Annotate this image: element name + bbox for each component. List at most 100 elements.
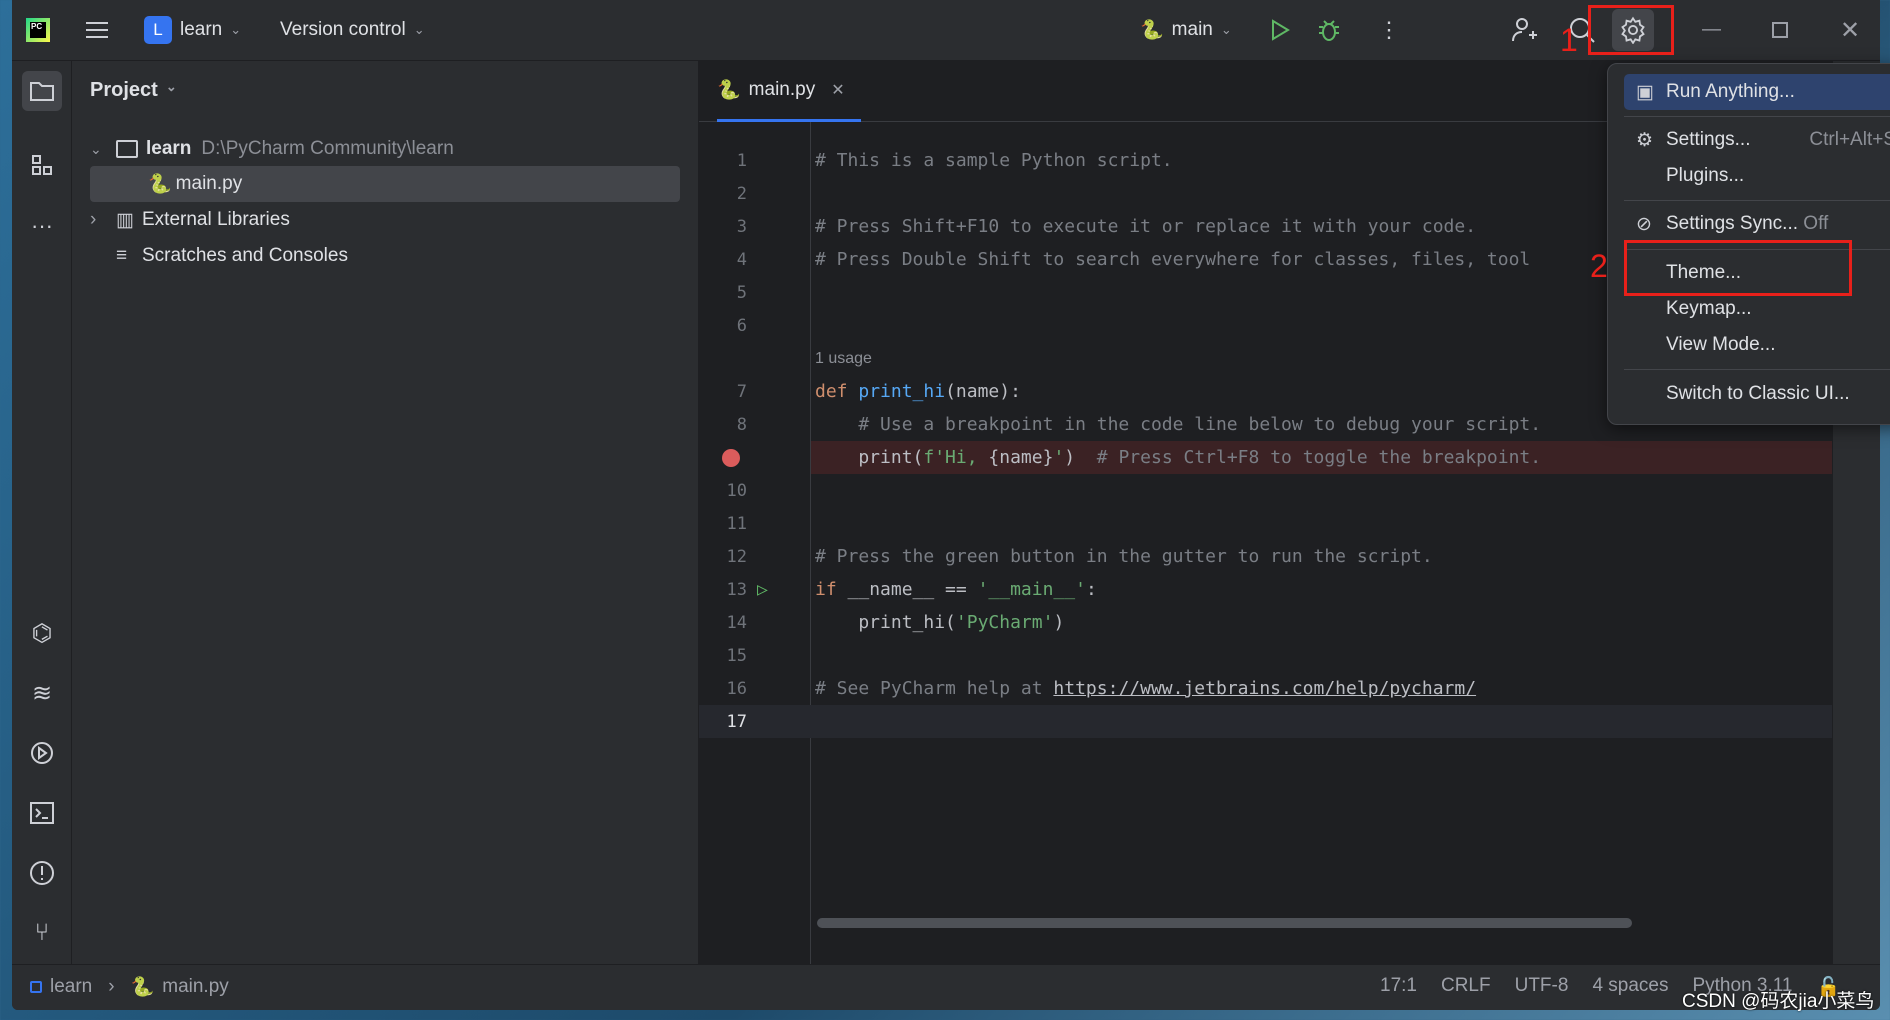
line-number[interactable]: 2 [699,184,747,204]
minimize-button[interactable]: — [1702,19,1721,41]
horizontal-scrollbar[interactable] [817,918,1632,928]
code-line[interactable]: 10 [699,474,1832,507]
close-button[interactable]: ✕ [1840,16,1860,45]
breadcrumb-file[interactable]: main.py [162,976,229,998]
line-number[interactable]: 11 [699,514,747,534]
menu-item-classic-ui[interactable]: Switch to Classic UI... [1624,376,1890,412]
breadcrumb-project[interactable]: learn [50,976,92,998]
line-number[interactable]: 12 [699,547,747,567]
close-tab-icon[interactable]: ✕ [831,80,844,100]
gear-icon: ⚙ [1636,129,1654,151]
run-anything-icon: ▣ [1636,81,1654,103]
breakpoint-icon[interactable] [722,448,740,467]
root-path: D:\PyCharm Community\learn [201,138,454,159]
add-user-button[interactable] [1510,16,1538,44]
terminal-tool-button[interactable] [22,793,62,833]
code-token: {name} [988,447,1054,468]
annotation-number-1: 1 [1560,22,1578,58]
menu-separator [1624,369,1890,370]
line-number[interactable]: 6 [699,316,747,336]
menu-item-settings[interactable]: ⚙ Settings... Ctrl+Alt+S [1624,122,1890,158]
run-button[interactable] [1268,18,1292,42]
chevron-down-icon: ⌄ [413,22,425,37]
code-line[interactable]: print(f'Hi, {name}') # Press Ctrl+F8 to … [699,441,1832,474]
bug-icon [1319,20,1339,41]
python-packages-icon[interactable]: ≋ [22,673,62,713]
indent-setting[interactable]: 4 spaces [1592,975,1668,999]
status-bar: learn › 🐍 main.py 17:1 CRLF UTF-8 4 spac… [12,964,1880,1010]
code-line[interactable]: 14 print_hi('PyCharm') [699,606,1832,639]
annotation-box-theme [1624,240,1852,296]
code-text: def print_hi(name): [815,381,1021,402]
tab-main-py[interactable]: 🐍 main.py ✕ [717,61,861,122]
services-tool-button[interactable] [22,733,62,773]
main-menu-button[interactable] [84,19,110,41]
watermark: CSDN @码农jia小菜鸟 [1682,991,1875,1012]
more-icon[interactable]: ⋮ [1378,17,1400,43]
code-line[interactable]: 17 [699,705,1832,738]
code-line[interactable]: 15 [699,639,1832,672]
menu-item-run-anything[interactable]: ▣ Run Anything... [1624,74,1890,110]
vcs-widget[interactable]: Version control ⌄ [280,19,425,41]
run-icon [1272,19,1290,41]
chevron-down-icon: ⌄ [90,140,102,157]
python-console-icon[interactable]: ⌬ [22,613,62,653]
menu-item-view-mode[interactable]: View Mode... [1624,327,1890,363]
file-encoding[interactable]: UTF-8 [1515,975,1569,999]
python-file-icon: 🐍 [130,977,155,998]
caret-position[interactable]: 17:1 [1380,975,1417,999]
line-number[interactable]: 14 [699,613,747,633]
line-number[interactable]: 5 [699,283,747,303]
git-branch-icon[interactable]: ⑂ [22,913,62,953]
line-number[interactable]: 16 [699,679,747,699]
code-token: # Use a breakpoint in the code line belo… [815,414,1542,435]
line-separator[interactable]: CRLF [1441,975,1491,999]
code-token: : [1085,579,1097,600]
maximize-icon [1772,22,1788,38]
code-line[interactable]: 16 # See PyCharm help at https://www.jetb… [699,672,1832,705]
terminal-icon [30,802,54,824]
help-link[interactable]: https://www.jetbrains.com/help/pycharm/ [1053,678,1476,699]
menu-label: Plugins... [1666,165,1745,186]
usage-hint-text: 1 usage [815,349,872,367]
code-token: f'Hi, [923,447,989,468]
menu-label: Settings Sync... Off [1666,213,1828,235]
line-number[interactable]: 1 [699,151,747,171]
maximize-button[interactable] [1772,22,1788,38]
line-number[interactable]: 10 [699,481,747,501]
menu-label: Switch to Classic UI... [1666,383,1850,404]
line-number[interactable]: 17 [699,712,747,732]
line-number[interactable]: 4 [699,250,747,270]
more-tools-icon[interactable]: ··· [22,206,62,246]
tree-external-libraries[interactable]: › ▥ External Libraries [90,202,680,238]
project-tool-button[interactable] [22,71,62,111]
code-line[interactable]: 11 [699,507,1832,540]
menu-item-settings-sync[interactable]: ⊘ Settings Sync... Off [1624,206,1890,242]
menu-item-keymap[interactable]: Keymap... [1624,291,1890,327]
debug-button[interactable] [1316,17,1342,43]
line-number[interactable]: 15 [699,646,747,666]
code-text: # Press Shift+F10 to execute it or repla… [815,216,1476,237]
chevron-right-icon: › [90,209,97,230]
run-gutter-icon[interactable]: ▷ [757,579,768,600]
problems-tool-button[interactable] [22,853,62,893]
line-number[interactable]: 8 [699,415,747,435]
run-config-selector[interactable]: 🐍 main ⌄ [1140,18,1232,42]
chevron-down-icon: ⌄ [1220,22,1232,37]
project-panel-header[interactable]: Project ⌄ [90,79,177,102]
line-number[interactable]: 7 [699,382,747,402]
menu-item-plugins[interactable]: Plugins... [1624,158,1890,194]
line-number[interactable]: 3 [699,217,747,237]
tree-scratches[interactable]: ≡ Scratches and Consoles [90,238,680,274]
add-user-icon [1512,18,1537,42]
line-number[interactable]: 13 [699,580,747,600]
code-token: # Press Shift+F10 to execute it or repla… [815,216,1477,237]
tree-file-main-py[interactable]: 🐍 main.py [90,166,680,202]
project-switcher[interactable]: Llearn ⌄ [144,16,241,44]
structure-icon [32,155,52,175]
code-line[interactable]: 12 # Press the green button in the gutter… [699,540,1832,573]
code-line[interactable]: 13 ▷ if __name__ == '__main__': [699,573,1832,606]
structure-tool-button[interactable] [22,145,62,185]
tree-root-learn[interactable]: ⌄ learn D:\PyCharm Community\learn [90,131,680,167]
folder-icon [30,82,54,101]
